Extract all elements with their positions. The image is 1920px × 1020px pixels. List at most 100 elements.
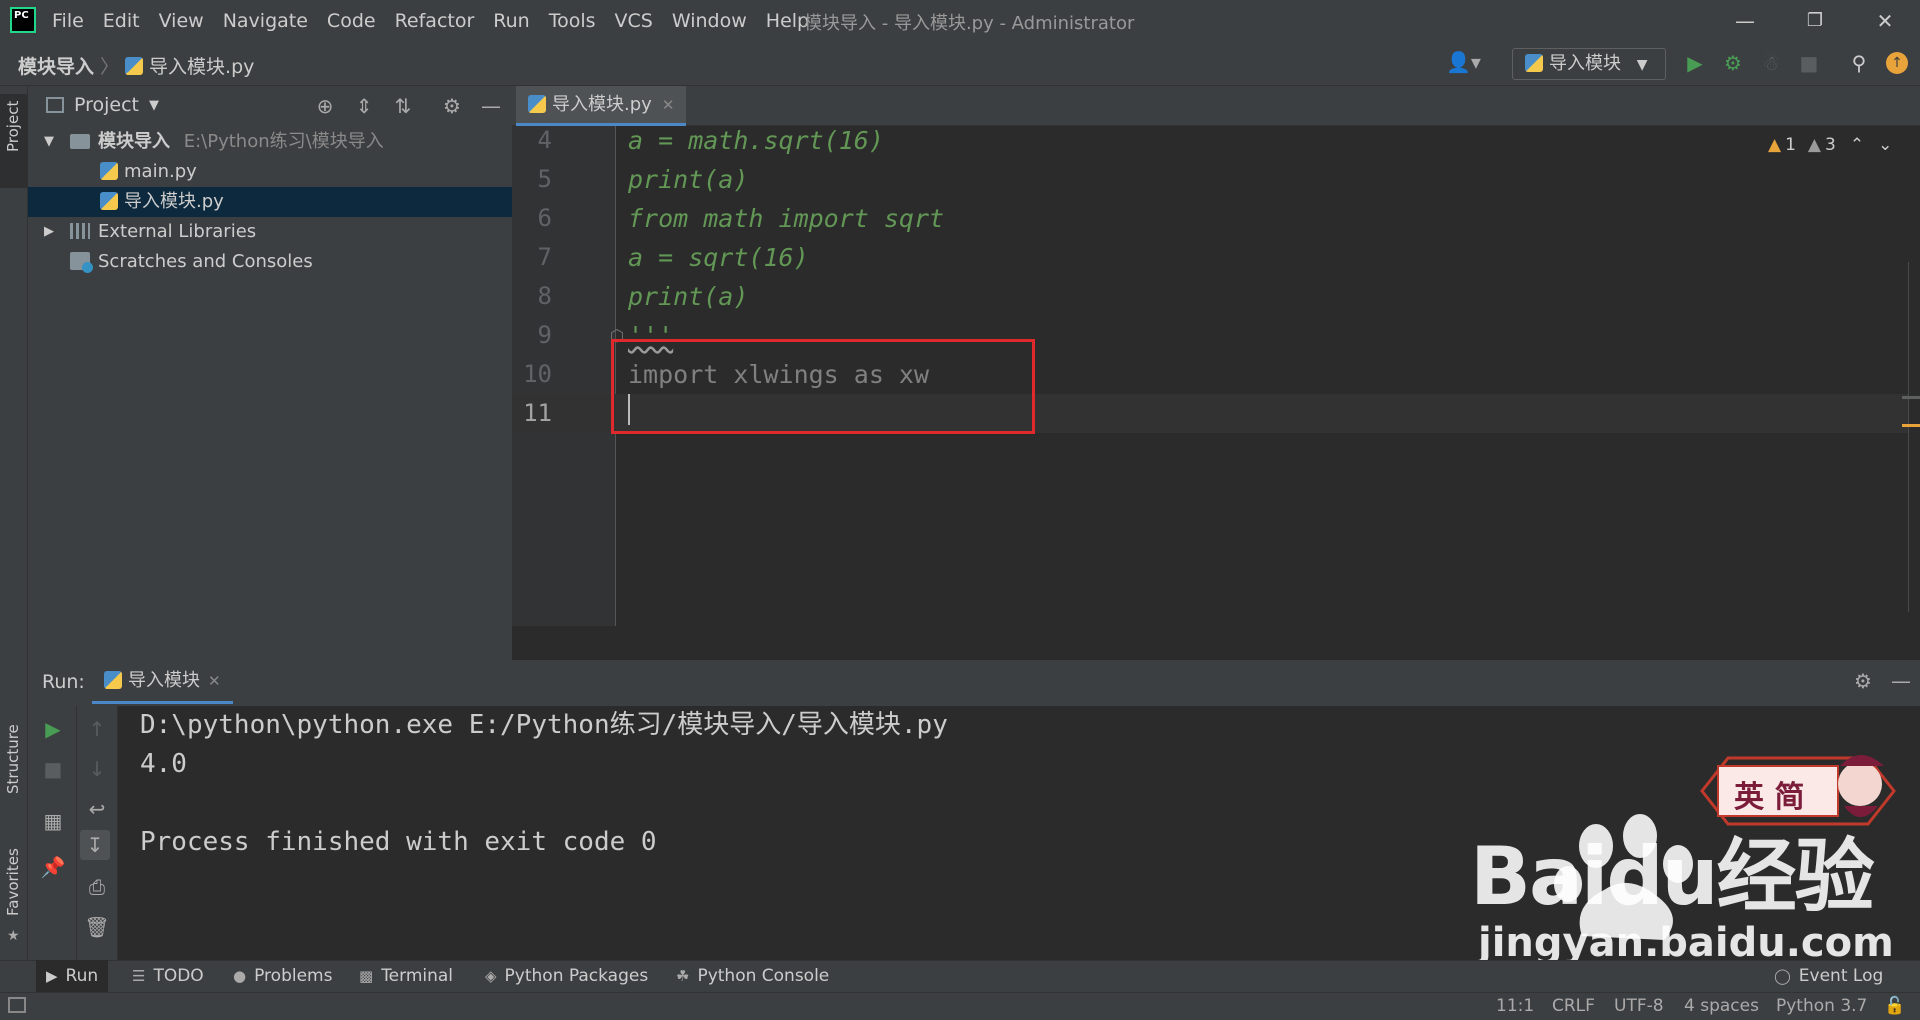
menu-window[interactable]: Window	[672, 10, 747, 32]
toolbar-divider	[76, 706, 77, 960]
lock-icon[interactable]: 🔓	[1884, 994, 1905, 1018]
code-line[interactable]: 7 a = sqrt(16)	[512, 238, 1908, 277]
star-icon: ★	[7, 928, 20, 944]
search-icon[interactable]: ⚲	[1846, 50, 1872, 76]
chevron-down-icon[interactable]: ▼	[44, 127, 54, 157]
toolwindow-terminal[interactable]: ▩ Terminal	[349, 960, 463, 992]
minimize-button[interactable]: —	[1732, 8, 1758, 34]
python-icon	[104, 671, 122, 689]
inspection-widget[interactable]: ▲ 1 ▲ 3 ⌃ ⌄	[1768, 135, 1892, 155]
favorites-strip-label[interactable]: Favorites	[4, 848, 22, 916]
terminal-icon: ▩	[359, 967, 374, 985]
hide-panel-icon[interactable]: —	[1888, 668, 1914, 694]
menu-navigate[interactable]: Navigate	[223, 10, 308, 32]
project-strip-label[interactable]: Project	[4, 101, 22, 152]
tree-file-main[interactable]: main.py	[28, 157, 512, 187]
code-line[interactable]: 8 print(a)	[512, 277, 1908, 316]
trash-icon[interactable]: 🗑	[82, 912, 112, 942]
close-window-button[interactable]: ✕	[1872, 8, 1898, 34]
menu-file[interactable]: File	[52, 10, 84, 32]
toolwindow-event-log[interactable]: ◯ Event Log	[1764, 960, 1893, 992]
file-encoding[interactable]: UTF-8	[1614, 994, 1664, 1018]
indent-setting[interactable]: 4 spaces	[1684, 994, 1759, 1018]
toolwindow-problems[interactable]: ● Problems	[223, 960, 342, 992]
toggle-tool-windows-icon[interactable]	[8, 997, 26, 1013]
console-output[interactable]: D:\python\python.exe E:/Python练习/模块导入/导入…	[140, 706, 948, 862]
code-line[interactable]: 6 from math import sqrt	[512, 199, 1908, 238]
line-separator[interactable]: CRLF	[1552, 994, 1595, 1018]
toolwindow-python-console[interactable]: ☘ Python Console	[666, 960, 839, 992]
root-folder-name: 模块导入	[98, 131, 170, 152]
code-line[interactable]: 5 print(a)	[512, 160, 1908, 199]
close-tab-icon[interactable]: ✕	[662, 96, 675, 114]
line-number: 10	[523, 360, 552, 388]
user-icon[interactable]: 👤▾	[1446, 50, 1481, 74]
up-arrow-icon[interactable]: ↑	[82, 714, 112, 744]
stop-icon[interactable]: ■	[1796, 50, 1822, 76]
toolwindow-label: Problems	[254, 966, 333, 986]
project-view-selector[interactable]: Project ▼	[46, 94, 159, 116]
locate-icon[interactable]: ⊕	[313, 94, 337, 118]
menu-bar: File Edit View Navigate Code Refactor Ru…	[52, 0, 828, 42]
menu-run[interactable]: Run	[493, 10, 529, 32]
soft-wrap-icon[interactable]: ↩	[82, 794, 112, 824]
tree-root-folder[interactable]: ▼ 模块导入 E:\Python练习\模块导入	[28, 127, 512, 157]
editor-scrollbar[interactable]	[1908, 262, 1918, 612]
rerun-icon[interactable]: ▶	[38, 714, 68, 744]
run-tab-active[interactable]: 导入模块 ✕	[92, 660, 233, 704]
menu-tools[interactable]: Tools	[549, 10, 596, 32]
tree-file-selected[interactable]: 导入模块.py	[28, 187, 512, 217]
menu-refactor[interactable]: Refactor	[395, 10, 475, 32]
python-interpreter[interactable]: Python 3.7	[1776, 994, 1867, 1018]
run-config-label: 导入模块	[1549, 53, 1621, 74]
line-number: 7	[537, 243, 552, 271]
caret-position[interactable]: 11:1	[1496, 994, 1534, 1018]
update-icon[interactable]: ↑	[1886, 52, 1908, 74]
run-icon[interactable]: ▶	[1682, 50, 1708, 76]
code-line[interactable]: 4 a = math.sqrt(16)	[512, 121, 1908, 160]
previous-highlight-icon[interactable]: ⌃	[1850, 135, 1864, 155]
structure-strip-label[interactable]: Structure	[4, 724, 22, 794]
tree-external-libraries[interactable]: ▶ External Libraries	[28, 217, 512, 247]
project-panel-title: Project	[74, 94, 140, 116]
gear-icon[interactable]: ⚙	[1850, 668, 1876, 694]
coverage-icon[interactable]: ☃	[1758, 50, 1784, 76]
next-highlight-icon[interactable]: ⌄	[1878, 135, 1892, 155]
layout-icon[interactable]: ▦	[38, 806, 68, 836]
toolwindow-run[interactable]: ▶ Run	[36, 960, 109, 992]
chevron-right-icon[interactable]: ▶	[44, 217, 54, 247]
run-toolbar: ▶ ■ ▦ 📌 ↑ ↓ ↩ ↧ ⎙ 🗑	[28, 706, 118, 960]
toolwindow-python-packages[interactable]: ◈ Python Packages	[475, 960, 658, 992]
collapse-all-icon[interactable]: ⇅	[391, 94, 415, 118]
print-icon[interactable]: ⎙	[82, 872, 112, 902]
hide-panel-icon[interactable]: —	[479, 94, 503, 118]
line-number: 11	[523, 399, 552, 427]
pin-icon[interactable]: 📌	[38, 852, 68, 882]
run-icon: ▶	[46, 967, 58, 985]
gear-icon[interactable]: ⚙	[440, 94, 464, 118]
menu-view[interactable]: View	[159, 10, 204, 32]
toolwindow-todo[interactable]: ☰ TODO	[122, 960, 214, 992]
menu-code[interactable]: Code	[327, 10, 376, 32]
menu-help[interactable]: Help	[766, 10, 809, 32]
menu-vcs[interactable]: VCS	[615, 10, 653, 32]
watermark-badge-text: 英 简	[1734, 780, 1805, 815]
run-configuration-select[interactable]: 导入模块 ▼	[1512, 48, 1666, 80]
menu-edit[interactable]: Edit	[103, 10, 140, 32]
scratches-label: Scratches and Consoles	[98, 251, 313, 272]
down-arrow-icon[interactable]: ↓	[82, 754, 112, 784]
debug-icon[interactable]: ⚙	[1720, 50, 1746, 76]
root-folder-path: E:\Python练习\模块导入	[183, 131, 384, 152]
scroll-to-end-icon[interactable]: ↧	[80, 830, 110, 860]
breadcrumb-file[interactable]: 导入模块.py	[149, 52, 254, 79]
breadcrumb-project[interactable]: 模块导入	[18, 52, 94, 79]
python-file-icon	[100, 162, 118, 180]
expand-all-icon[interactable]: ⇕	[352, 94, 376, 118]
close-tab-icon[interactable]: ✕	[208, 672, 221, 690]
pycharm-logo-icon: PC	[10, 7, 36, 33]
restore-button[interactable]: ❐	[1802, 8, 1828, 34]
tree-scratches[interactable]: Scratches and Consoles	[28, 247, 512, 277]
stop-icon[interactable]: ■	[38, 754, 68, 784]
editor-tab-active[interactable]: 导入模块.py ✕	[516, 86, 687, 126]
